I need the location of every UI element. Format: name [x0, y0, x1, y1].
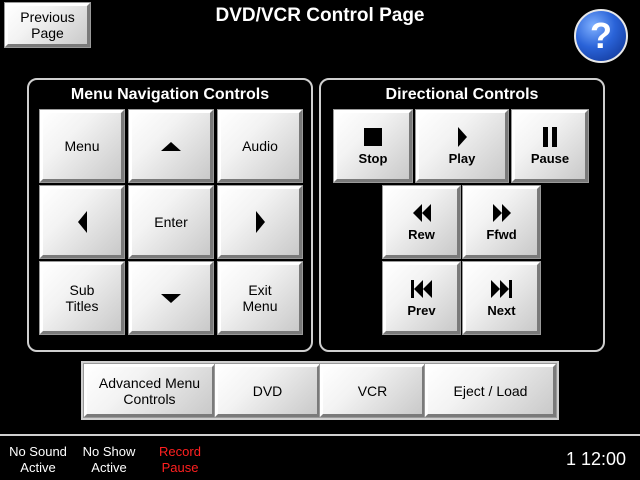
- next-track-icon: [491, 277, 512, 301]
- pause-label: Pause: [530, 151, 570, 166]
- up-arrow-icon: [161, 141, 181, 151]
- eject-load-label: Eject / Load: [453, 382, 528, 399]
- no-show-text: No Show Active: [82, 444, 136, 475]
- menu-button-label: Menu: [64, 138, 100, 154]
- previous-track-button[interactable]: Prev: [383, 262, 460, 334]
- stop-button[interactable]: Stop: [334, 110, 412, 182]
- play-button[interactable]: Play: [416, 110, 508, 182]
- previous-page-button[interactable]: Previous Page: [5, 3, 90, 47]
- previous-track-icon: [411, 277, 432, 301]
- stop-icon: [364, 128, 382, 146]
- menu-button[interactable]: Menu: [40, 110, 124, 182]
- down-arrow-icon: [161, 293, 181, 303]
- audio-button-label: Audio: [242, 138, 278, 154]
- advanced-menu-controls-button[interactable]: Advanced Menu Controls: [84, 364, 215, 417]
- dvd-label: DVD: [252, 382, 283, 399]
- right-arrow-icon: [255, 211, 265, 233]
- left-button[interactable]: [40, 186, 124, 258]
- help-button[interactable]: ?: [574, 9, 628, 63]
- sub-titles-label: Sub Titles: [65, 282, 99, 314]
- previous-track-label: Prev: [407, 303, 436, 318]
- no-sound-text: No Sound Active: [9, 444, 67, 475]
- no-sound-status: No Sound Active: [3, 444, 73, 476]
- fast-forward-icon: [492, 201, 511, 225]
- next-track-button[interactable]: Next: [463, 262, 540, 334]
- eject-load-button[interactable]: Eject / Load: [425, 364, 556, 417]
- left-arrow-icon: [77, 211, 87, 233]
- clock: 1 12:00: [565, 449, 626, 469]
- menu-navigation-title: Menu Navigation Controls: [70, 86, 270, 103]
- record-pause-text: Record Pause: [159, 444, 201, 475]
- rewind-label: Rew: [408, 227, 435, 242]
- sub-titles-button[interactable]: Sub Titles: [40, 262, 124, 334]
- pause-icon: [543, 125, 557, 149]
- play-icon: [457, 127, 467, 147]
- rewind-button[interactable]: Rew: [383, 186, 460, 258]
- rewind-icon: [412, 201, 431, 225]
- no-show-status: No Show Active: [76, 444, 142, 476]
- record-pause-status: Record Pause: [152, 444, 208, 476]
- previous-page-label: Previous Page: [20, 9, 75, 41]
- pause-button[interactable]: Pause: [512, 110, 588, 182]
- right-button[interactable]: [218, 186, 302, 258]
- fast-forward-button[interactable]: Ffwd: [463, 186, 540, 258]
- vcr-button[interactable]: VCR: [320, 364, 425, 417]
- advanced-menu-controls-label: Advanced Menu Controls: [98, 374, 201, 407]
- dvd-button[interactable]: DVD: [215, 364, 320, 417]
- play-label: Play: [448, 151, 476, 166]
- status-divider: [0, 434, 640, 436]
- stop-label: Stop: [358, 151, 388, 166]
- directional-controls-title: Directional Controls: [385, 86, 539, 103]
- exit-menu-label: Exit Menu: [242, 282, 278, 314]
- fast-forward-label: Ffwd: [486, 227, 517, 242]
- exit-menu-button[interactable]: Exit Menu: [218, 262, 302, 334]
- next-track-label: Next: [487, 303, 516, 318]
- vcr-label: VCR: [357, 382, 388, 399]
- help-icon: ?: [590, 15, 612, 56]
- page-title: DVD/VCR Control Page: [215, 5, 425, 26]
- audio-button[interactable]: Audio: [218, 110, 302, 182]
- down-button[interactable]: [129, 262, 213, 334]
- enter-button[interactable]: Enter: [129, 186, 213, 258]
- enter-button-label: Enter: [154, 214, 188, 230]
- up-button[interactable]: [129, 110, 213, 182]
